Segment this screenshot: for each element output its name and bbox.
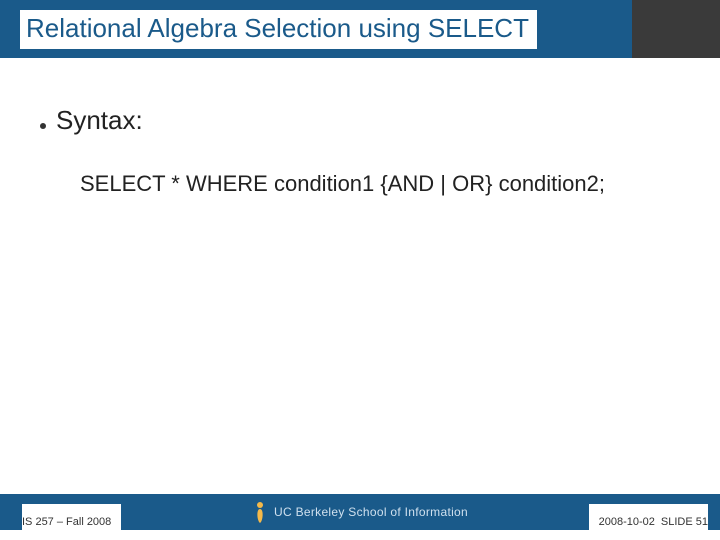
footer-left: IS 257 – Fall 2008 (22, 504, 121, 540)
code-example: SELECT * WHERE condition1 {AND | OR} con… (80, 170, 640, 199)
ischool-logo-icon (252, 501, 268, 523)
footer-center-text: UC Berkeley School of Information (274, 505, 468, 519)
bullet-dot-icon (40, 123, 46, 129)
footer-center: UC Berkeley School of Information (252, 494, 468, 530)
slide: Relational Algebra Selection using SELEC… (0, 0, 720, 540)
bullet-label: Syntax: (56, 105, 143, 136)
footer-right: 2008-10-02 SLIDE 51 (589, 504, 708, 540)
footer-slide-number: SLIDE 51 (661, 516, 708, 528)
header-decor-tile (632, 0, 720, 58)
slide-body: Syntax: SELECT * WHERE condition1 {AND |… (40, 105, 680, 199)
bullet-row: Syntax: (40, 105, 680, 136)
slide-title: Relational Algebra Selection using SELEC… (20, 10, 537, 49)
footer-date: 2008-10-02 (599, 516, 655, 528)
